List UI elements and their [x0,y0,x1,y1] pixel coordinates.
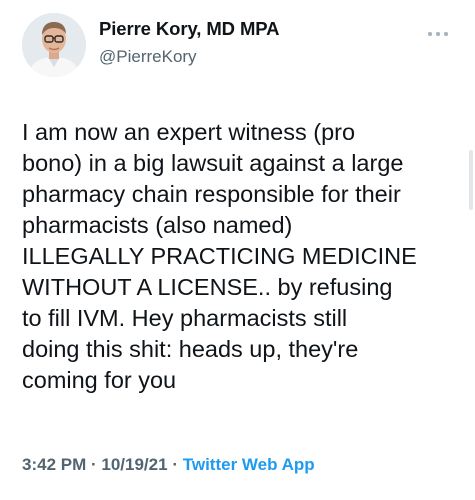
tweet-text-line: pharmacists (also named) [22,212,293,238]
meta-separator: · [90,455,97,474]
tweet-meta: 3:42 PM · 10/19/21 · Twitter Web App [22,455,315,475]
tweet-text-line: coming for you [22,367,177,393]
tweet-text-line: bono) in a big lawsuit against a large [22,150,404,176]
avatar[interactable] [22,13,86,77]
meta-separator: · [172,455,178,474]
tweet-date[interactable]: 10/19/21 [101,455,167,474]
more-horizontal-icon[interactable] [424,26,452,42]
tweet-text-line: I am now an expert witness (pro [22,119,356,145]
tweet-text-line: ILLEGALLY PRACTICING MEDICINE [22,243,417,269]
tweet-text-line: doing this shit: heads up, they're [22,336,359,362]
profile-photo-icon [22,13,86,77]
tweet-text: I am now an expert witness (pro bono) in… [22,117,462,396]
tweet-card: Pierre Kory, MD MPA @PierreKory I am now… [0,0,475,500]
display-name[interactable]: Pierre Kory, MD MPA [99,18,280,40]
tweet-text-line: pharmacy chain responsible for their [22,181,401,207]
tweet-source-link[interactable]: Twitter Web App [183,455,315,474]
user-handle[interactable]: @PierreKory [99,47,197,67]
scrollbar[interactable] [469,150,473,210]
tweet-text-line: to fill IVM. Hey pharmacists still [22,305,348,331]
tweet-time[interactable]: 3:42 PM [22,455,86,474]
tweet-text-line: WITHOUT A LICENSE.. by refusing [22,274,393,300]
